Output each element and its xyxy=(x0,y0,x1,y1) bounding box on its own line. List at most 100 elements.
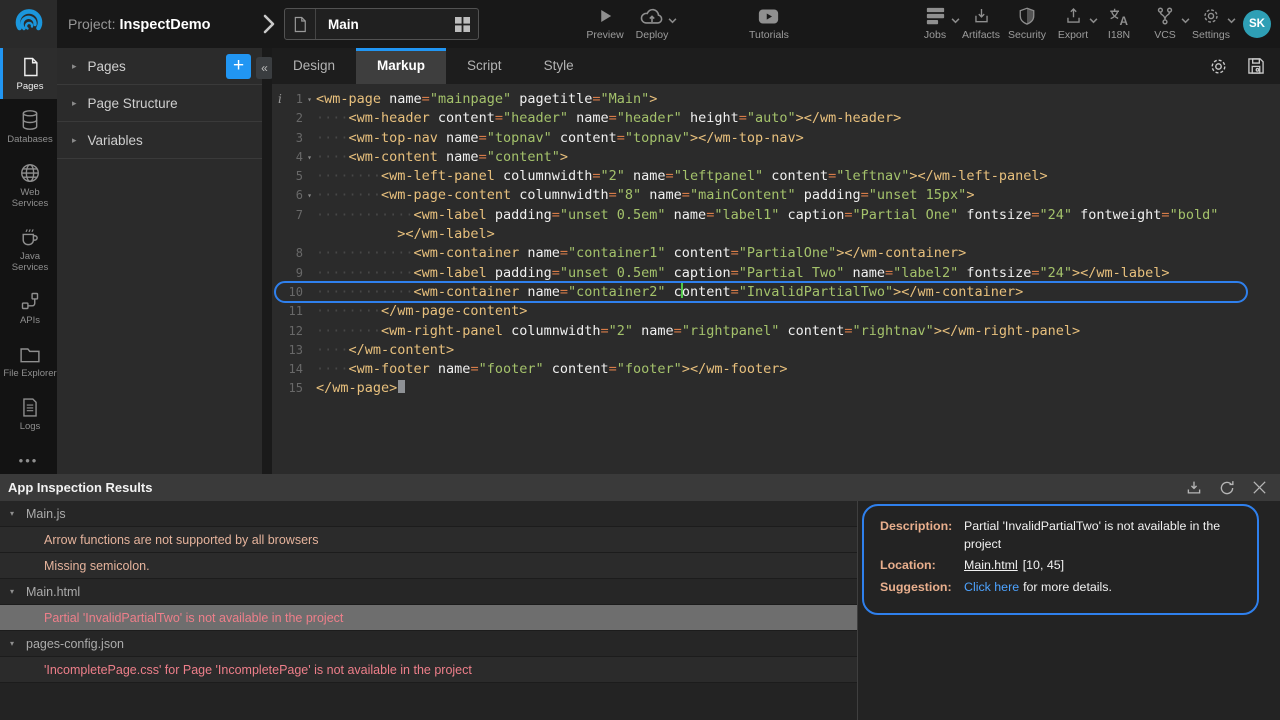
fold-marker: ▾ xyxy=(303,186,316,205)
click-here-link[interactable]: Click here xyxy=(964,580,1019,594)
sidebar-item-web-services[interactable]: Web Services xyxy=(0,154,57,216)
code-line-11[interactable]: 11········</wm-page-content> xyxy=(272,302,1280,321)
issue-group-main-js[interactable]: ▾Main.js xyxy=(0,501,857,527)
tab-style[interactable]: Style xyxy=(523,48,595,84)
issue-row[interactable]: 'IncompletePage.css' for Page 'Incomplet… xyxy=(0,657,857,683)
line-number: 2 xyxy=(296,109,303,128)
indent-whitespace: ···· xyxy=(316,342,349,358)
code-line-10[interactable]: 10············<wm-container name="contai… xyxy=(272,283,1280,302)
cloud-icon xyxy=(640,5,664,27)
globe-icon xyxy=(19,162,41,184)
page-icon xyxy=(285,9,316,39)
download-icon[interactable] xyxy=(1185,479,1203,497)
sidebar-item-label: File Explorer xyxy=(3,368,56,379)
code-text: ········</wm-page-content> xyxy=(316,302,1280,321)
topbar-tool-security[interactable]: Security xyxy=(1008,5,1046,41)
code-line-4[interactable]: 4▾····<wm-content name="content"> xyxy=(272,148,1280,167)
code-line-13[interactable]: 13····</wm-content> xyxy=(272,341,1280,360)
add-page-button[interactable]: + xyxy=(226,54,251,79)
location-label: Location: xyxy=(880,557,964,575)
fold-marker xyxy=(303,167,316,186)
indent-whitespace: ········ xyxy=(316,168,381,184)
indent-whitespace: ········ xyxy=(316,323,381,339)
i18n-icon: A xyxy=(1107,5,1131,27)
code-line-9[interactable]: 9············<wm-label padding="unset 0.… xyxy=(272,264,1280,283)
panel-section-pages[interactable]: ▸Pages+ xyxy=(57,48,262,85)
topbar-tool-deploy[interactable]: Deploy xyxy=(633,5,671,41)
code-line-3[interactable]: 3····<wm-top-nav name="topnav" content="… xyxy=(272,129,1280,148)
line-number: 1 xyxy=(296,90,303,109)
avatar[interactable]: SK xyxy=(1243,10,1271,38)
inspection-body: ▾Main.jsArrow functions are not supporte… xyxy=(0,501,1280,720)
sidebar-more-button[interactable]: ••• xyxy=(0,453,57,468)
code-line-8[interactable]: 8············<wm-container name="contain… xyxy=(272,244,1280,263)
sidebar-item-apis[interactable]: APIs xyxy=(0,282,57,333)
issue-row[interactable]: Arrow functions are not supported by all… xyxy=(0,527,857,553)
issue-group-pages-config-json[interactable]: ▾pages-config.json xyxy=(0,631,857,657)
toolbar-left: PreviewDeploy xyxy=(586,5,671,41)
sidebar-item-file-explorer[interactable]: File Explorer xyxy=(0,335,57,386)
code-line-5[interactable]: 5········<wm-left-panel columnwidth="2" … xyxy=(272,167,1280,186)
editor-actions xyxy=(1208,48,1266,84)
topbar-tool-tutorials[interactable]: Tutorials xyxy=(749,5,789,41)
topbar-tool-artifacts[interactable]: Artifacts xyxy=(962,5,1000,41)
issue-row[interactable]: Partial 'InvalidPartialTwo' is not avail… xyxy=(0,605,857,631)
collapse-panel-button[interactable]: « xyxy=(256,57,273,79)
tool-label: I18N xyxy=(1108,29,1130,41)
code-line-1[interactable]: 1▾i<wm-page name="mainpage" pagetitle="M… xyxy=(272,90,1280,109)
panel-section-variables[interactable]: ▸Variables xyxy=(57,122,262,159)
vcs-icon xyxy=(1155,5,1175,27)
topbar-tool-preview[interactable]: Preview xyxy=(586,5,624,41)
chevron-down-icon xyxy=(1089,18,1098,24)
code-line-7[interactable]: 7············<wm-label padding="unset 0.… xyxy=(272,206,1280,225)
line-number: 3 xyxy=(296,129,303,148)
tab-script[interactable]: Script xyxy=(446,48,523,84)
artifacts-icon xyxy=(972,5,991,27)
topbar-tool-vcs[interactable]: VCS xyxy=(1146,5,1184,41)
sidebar-item-pages[interactable]: Pages xyxy=(0,48,57,99)
issue-row[interactable]: Missing semicolon. xyxy=(0,553,857,579)
grid-icon[interactable] xyxy=(455,17,470,32)
panel-section-page-structure[interactable]: ▸Page Structure xyxy=(57,85,262,122)
issue-group-main-html[interactable]: ▾Main.html xyxy=(0,579,857,605)
sidebar-item-logs[interactable]: Logs xyxy=(0,388,57,439)
export-icon xyxy=(1064,5,1083,27)
code-line-15[interactable]: 15</wm-page> xyxy=(272,379,1280,398)
code-line-14[interactable]: 14····<wm-footer name="footer" content="… xyxy=(272,360,1280,379)
app-logo[interactable] xyxy=(0,0,57,48)
save-button[interactable] xyxy=(1246,56,1266,76)
editor-settings-button[interactable] xyxy=(1208,56,1229,77)
code-editor[interactable]: 1▾i<wm-page name="mainpage" pagetitle="M… xyxy=(272,84,1280,474)
close-icon[interactable] xyxy=(1251,479,1268,497)
code-line-wrap[interactable]: ></wm-label> xyxy=(272,225,1280,244)
topbar-tool-export[interactable]: Export xyxy=(1054,5,1092,41)
detail-description-row: Description: Partial 'InvalidPartialTwo'… xyxy=(880,518,1245,553)
code-line-6[interactable]: 6▾········<wm-page-content columnwidth="… xyxy=(272,186,1280,205)
location-position: [10, 45] xyxy=(1023,558,1064,572)
location-file-link[interactable]: Main.html xyxy=(964,558,1018,572)
coffee-icon xyxy=(19,226,41,248)
code-line-2[interactable]: 2····<wm-header content="header" name="h… xyxy=(272,109,1280,128)
code-text: ····<wm-footer name="footer" content="fo… xyxy=(316,360,1280,379)
tab-strip: DesignMarkupScriptStyle xyxy=(272,48,595,84)
code-line-12[interactable]: 12········<wm-right-panel columnwidth="2… xyxy=(272,322,1280,341)
sidebar-item-databases[interactable]: Databases xyxy=(0,101,57,152)
panel-section-label: Page Structure xyxy=(88,96,178,111)
topbar-tool-i18n[interactable]: A I18N xyxy=(1100,5,1138,41)
code-text: ····</wm-content> xyxy=(316,341,1280,360)
project-name: InspectDemo xyxy=(119,17,210,33)
tab-markup[interactable]: Markup xyxy=(356,48,446,84)
refresh-icon[interactable] xyxy=(1218,479,1236,497)
sidebar-item-java-services[interactable]: Java Services xyxy=(0,218,57,280)
gutter: 4▾ xyxy=(272,148,316,167)
topbar-tool-settings[interactable]: Settings xyxy=(1192,5,1230,41)
code-text: ····<wm-content name="content"> xyxy=(316,148,1280,167)
topbar-tool-jobs[interactable]: Jobs xyxy=(916,5,954,41)
page-selector[interactable]: Main xyxy=(284,8,479,40)
line-number: 12 xyxy=(289,322,303,341)
gutter xyxy=(272,225,316,244)
chevron-right-icon xyxy=(261,13,277,35)
left-panel: ▸Pages+▸Page Structure▸Variables xyxy=(57,48,262,474)
indent-whitespace: ········ xyxy=(316,303,381,319)
tab-design[interactable]: Design xyxy=(272,48,356,84)
